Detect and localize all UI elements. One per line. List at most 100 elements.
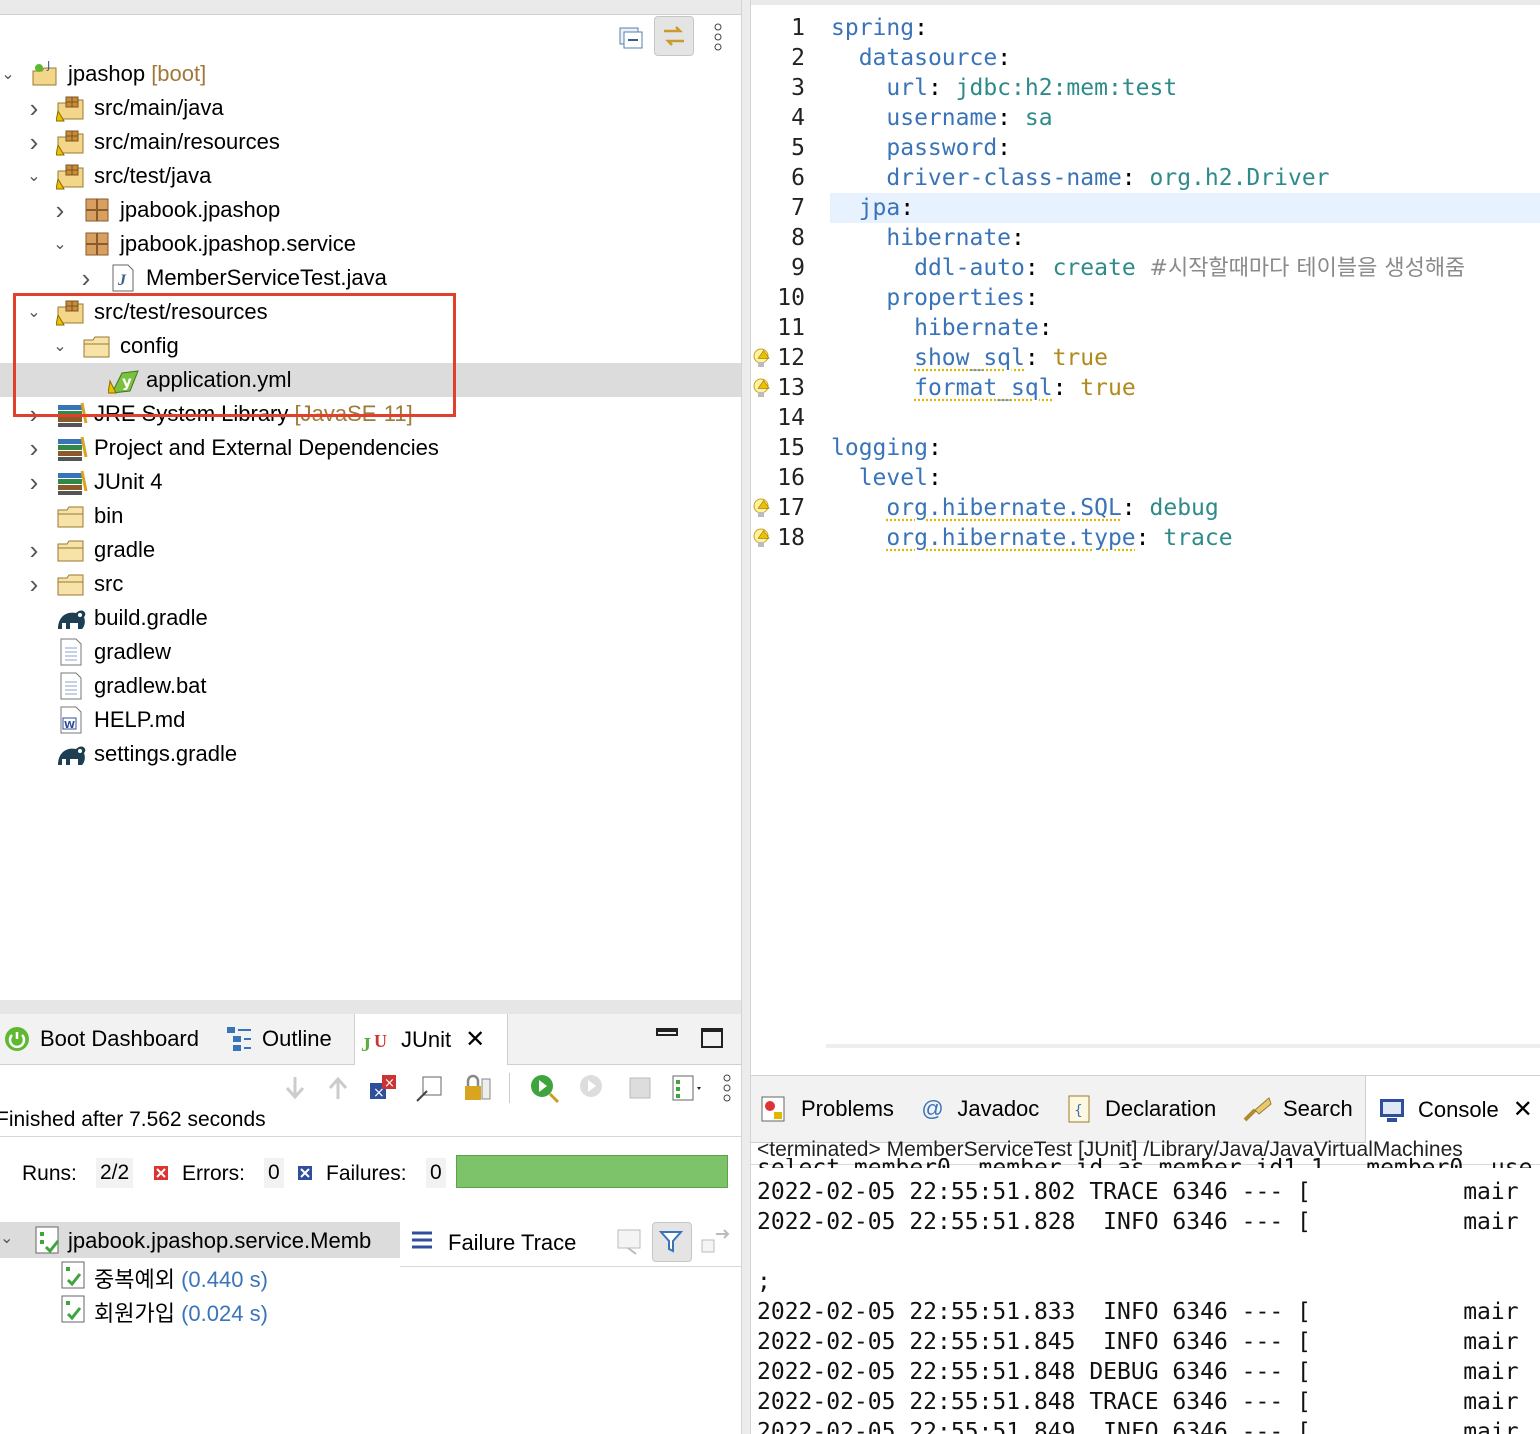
tree-item[interactable]: › src/main/resources: [0, 125, 741, 159]
tree-item[interactable]: › jpabook.jpashop: [0, 193, 741, 227]
close-icon[interactable]: ✕: [1513, 1095, 1533, 1124]
minimize-icon[interactable]: [656, 1028, 678, 1036]
tree-item-text: Project and External Dependencies: [94, 435, 439, 460]
console-line: 2022-02-05 22:55:51.802 TRACE 6346 --- […: [757, 1179, 1519, 1205]
tab-search[interactable]: Search: [1241, 1076, 1353, 1142]
tree-item[interactable]: ⌄ jpabook.jpashop.service: [0, 227, 741, 261]
tree-item-label: gradlew.bat: [94, 673, 207, 699]
copy-trace-icon[interactable]: [700, 1226, 732, 1256]
tree-item[interactable]: gradlew.bat: [0, 669, 741, 703]
console-partial-line: select member0_.member_id as member_id1_…: [757, 1158, 1532, 1168]
tree-item[interactable]: ⌄ src/test/java: [0, 159, 741, 193]
tree-item[interactable]: › Project and External Dependencies: [0, 431, 741, 465]
collapse-all-button[interactable]: [612, 18, 650, 56]
chevron-right-icon[interactable]: ›: [26, 567, 42, 601]
test-case-row[interactable]: 회원가입 (0.024 s): [0, 1292, 400, 1326]
code-text: spring:: [831, 15, 928, 41]
chevron-right-icon[interactable]: ›: [26, 91, 42, 125]
line-number: 4: [791, 105, 805, 131]
tree-item[interactable]: settings.gradle: [0, 737, 741, 771]
tree-item[interactable]: bin: [0, 499, 741, 533]
code-line: 10 properties:: [751, 283, 1540, 313]
tree-item-decoration: [boot]: [145, 61, 207, 86]
source-folder-icon: [55, 161, 86, 191]
tree-item[interactable]: W HELP.md: [0, 703, 741, 737]
rerun-test-icon[interactable]: [528, 1072, 560, 1104]
code-line: 7 jpa:: [751, 193, 1540, 223]
test-passed-icon: [61, 1295, 85, 1323]
source-folder-icon: [55, 127, 86, 157]
sash-divider[interactable]: [741, 0, 751, 1434]
tab-problems[interactable]: Problems: [759, 1076, 894, 1142]
chevron-down-icon[interactable]: ⌄: [0, 57, 16, 91]
junit-pane: Boot Dashboard Outline JU JUnit ✕ × × Fin…: [0, 1000, 741, 1434]
link-with-editor-button[interactable]: [654, 16, 694, 56]
tab-outline[interactable]: Outline: [224, 1014, 350, 1064]
junit-icon: JU: [361, 1031, 387, 1055]
yaml-editor[interactable]: 1 spring: 2 datasource: 3 url: jdbc:h2:mem:…: [751, 0, 1540, 1075]
chevron-right-icon[interactable]: ›: [26, 125, 42, 159]
next-failure-icon[interactable]: [282, 1073, 307, 1103]
tab-console-label: Console: [1418, 1096, 1499, 1122]
tree-item-text: src/test/java: [94, 163, 212, 188]
tree-item[interactable]: › src: [0, 567, 741, 601]
test-case-row[interactable]: 중복예외 (0.440 s): [0, 1258, 400, 1292]
tree-item[interactable]: › gradle: [0, 533, 741, 567]
tree-item-text: src/main/resources: [94, 129, 280, 154]
tree-item[interactable]: build.gradle: [0, 601, 741, 635]
line-number: 9: [791, 255, 805, 281]
filter-stack-trace-button[interactable]: [652, 1222, 692, 1262]
chevron-right-icon[interactable]: ›: [26, 465, 42, 499]
line-number: 5: [791, 135, 805, 161]
current-line-highlight: [830, 193, 1540, 223]
tab-console[interactable]: Console ✕: [1365, 1076, 1540, 1143]
suite-row[interactable]: ⌄ jpabook.jpashop.service.Memb: [0, 1222, 400, 1258]
rerun-failed-first-icon[interactable]: [577, 1072, 608, 1104]
previous-failure-icon[interactable]: [325, 1073, 350, 1103]
tree-item[interactable]: gradlew: [0, 635, 741, 669]
explorer-tab-strip: [0, 0, 741, 15]
svg-text:{: {: [1074, 1103, 1083, 1119]
tree-item-text: gradle: [94, 537, 156, 562]
tree-item-label: MemberServiceTest.java: [146, 265, 387, 291]
tree-item[interactable]: › JUnit 4: [0, 465, 741, 499]
view-menu-button[interactable]: [700, 18, 736, 56]
test-run-history-icon[interactable]: [671, 1073, 704, 1103]
chevron-down-icon[interactable]: ⌄: [26, 159, 42, 193]
tree-item-text: jpabook.jpashop.service: [120, 231, 357, 256]
chevron-down-icon[interactable]: ⌄: [0, 1228, 13, 1248]
chevron-down-icon[interactable]: ⌄: [52, 227, 68, 261]
tab-declaration[interactable]: { Declaration: [1065, 1076, 1216, 1142]
sash: [0, 1000, 741, 1014]
tab-junit[interactable]: JU JUnit ✕: [354, 1014, 508, 1065]
editor-horizontal-scrollbar[interactable]: [826, 1044, 1540, 1048]
chevron-right-icon[interactable]: ›: [52, 193, 68, 227]
compare-results-icon[interactable]: [616, 1226, 646, 1256]
scroll-lock-icon[interactable]: [415, 1073, 444, 1103]
package-explorer: ⌄ Jjpashop [boot] › src/main/java › src/main/…: [0, 0, 741, 1000]
code-text: org.hibernate.type: trace: [886, 525, 1233, 551]
tree-item-label: src: [94, 571, 123, 597]
tree-item[interactable]: › J MemberServiceTest.java: [0, 261, 741, 295]
show-failures-only-icon[interactable]: ××: [368, 1073, 397, 1103]
code-line: 13 format_sql: true: [751, 373, 1540, 403]
tree-item[interactable]: › src/main/java: [0, 91, 741, 125]
tab-javadoc-label: Javadoc: [957, 1096, 1040, 1121]
chevron-right-icon[interactable]: ›: [26, 431, 42, 465]
svg-text:J: J: [361, 1034, 371, 1055]
tab-javadoc[interactable]: @ Javadoc: [921, 1076, 1039, 1142]
search-icon: [1243, 1097, 1272, 1122]
stop-icon[interactable]: [626, 1074, 653, 1102]
tab-boot-dashboard[interactable]: Boot Dashboard: [0, 1014, 214, 1064]
library-icon: [56, 433, 88, 463]
lock-icon[interactable]: [462, 1073, 491, 1103]
tree-item-text: jpashop: [68, 61, 146, 86]
kebab-menu-icon[interactable]: [722, 1073, 732, 1103]
chevron-right-icon[interactable]: ›: [26, 533, 42, 567]
close-icon[interactable]: ✕: [465, 1025, 485, 1054]
tree-item-text: settings.gradle: [94, 741, 238, 766]
chevron-right-icon[interactable]: ›: [78, 261, 94, 295]
tree-item-text: JUnit 4: [94, 469, 163, 494]
tree-item[interactable]: ⌄ Jjpashop [boot]: [0, 57, 741, 91]
maximize-icon[interactable]: [701, 1028, 723, 1048]
